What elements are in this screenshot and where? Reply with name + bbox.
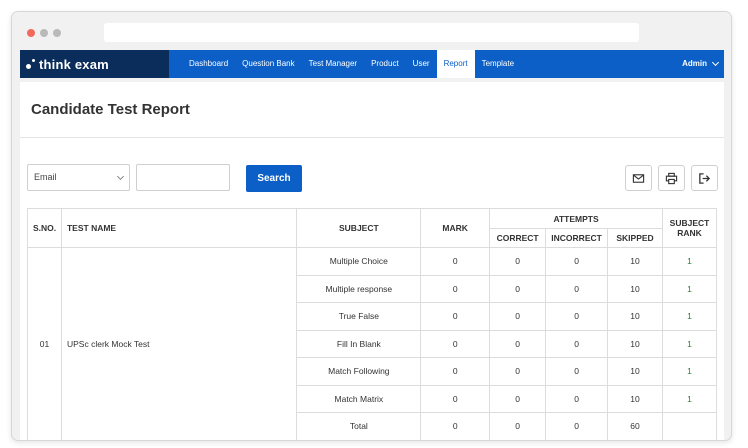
top-navbar: think exam Dashboard Question Bank Test Ma…	[20, 50, 724, 78]
cell-correct: 0	[489, 384, 547, 413]
table-row: 01 UPSc clerk Mock Test Multiple Choice 0 0 0…	[27, 247, 717, 440]
header-rank-line1: SUBJECT	[669, 218, 710, 228]
chevron-down-icon	[711, 58, 720, 67]
cell-skipped: 60	[607, 412, 663, 440]
cell-subject: Multiple Choice	[296, 247, 422, 276]
close-window-dot[interactable]	[27, 29, 35, 37]
nav-item-dashboard[interactable]: Dashboard	[182, 50, 235, 78]
minimize-window-dot[interactable]	[40, 29, 48, 37]
header-subject-rank: SUBJECT RANK	[662, 208, 717, 248]
cell-mark: 0	[420, 357, 491, 386]
header-incorrect: INCORRECT	[545, 228, 609, 248]
nav-item-user[interactable]: User	[406, 50, 437, 78]
cell-subject: Fill In Blank	[296, 329, 422, 358]
header-subject: SUBJECT	[296, 208, 422, 248]
print-report-button[interactable]	[658, 165, 685, 191]
cell-rank: 1	[662, 357, 717, 386]
cell-mark: 0	[420, 329, 491, 358]
nav-item-test-manager[interactable]: Test Manager	[302, 50, 364, 78]
export-report-button[interactable]	[691, 165, 718, 191]
browser-titlebar	[12, 12, 731, 50]
cell-mark: 0	[420, 247, 491, 276]
cell-rank: 1	[662, 384, 717, 413]
sign-out-icon	[699, 172, 711, 184]
cell-incorrect: 0	[545, 384, 609, 413]
mail-icon	[632, 173, 645, 183]
cell-rank	[662, 412, 717, 440]
cell-incorrect: 0	[545, 329, 609, 358]
cell-correct: 0	[489, 329, 547, 358]
main-content: Candidate Test Report Email Search S.NO.	[20, 82, 724, 440]
search-input[interactable]	[136, 164, 230, 191]
cell-mark: 0	[420, 412, 491, 440]
page-title: Candidate Test Report	[31, 101, 190, 118]
cell-incorrect: 0	[545, 357, 609, 386]
chevron-down-icon	[116, 172, 125, 181]
cell-mark: 0	[420, 384, 491, 413]
nav-item-template[interactable]: Template	[475, 50, 521, 78]
header-skipped: SKIPPED	[607, 228, 663, 248]
nav-menu: Dashboard Question Bank Test Manager Produc…	[182, 50, 521, 78]
header-test-name: TEST NAME	[60, 208, 298, 248]
cell-skipped: 10	[607, 247, 663, 276]
cell-rank: 1	[662, 329, 717, 358]
header-rank-line2: RANK	[677, 228, 702, 238]
header-correct: CORRECT	[489, 228, 547, 248]
cell-subject: True False	[296, 302, 422, 331]
cell-rank: 1	[662, 274, 717, 303]
filter-field-select[interactable]: Email	[27, 164, 130, 191]
cell-skipped: 10	[607, 302, 663, 331]
nav-item-question-bank[interactable]: Question Bank	[235, 50, 301, 78]
filter-select-value: Email	[34, 172, 57, 182]
cell-subject: Total	[296, 412, 422, 440]
cell-incorrect: 0	[545, 247, 609, 276]
cell-rank: 1	[662, 247, 717, 276]
report-table-body: 01 UPSc clerk Mock Test Multiple Choice 0 0 0…	[27, 247, 717, 440]
admin-label: Admin	[682, 59, 707, 68]
cell-mark: 0	[420, 274, 491, 303]
cell-sno: 01	[27, 247, 62, 440]
header-attempts: ATTEMPTS	[489, 208, 663, 229]
cell-correct: 0	[489, 412, 547, 440]
cell-mark: 0	[420, 302, 491, 331]
cell-correct: 0	[489, 247, 547, 276]
brand-logo[interactable]: think exam	[20, 50, 169, 78]
cell-test-name: UPSc clerk Mock Test	[60, 247, 298, 440]
cell-skipped: 10	[607, 357, 663, 386]
cell-correct: 0	[489, 274, 547, 303]
header-sno: S.NO.	[27, 208, 62, 248]
candidate-report-table: S.NO. TEST NAME SUBJECT MARK ATTEMPTS SU…	[27, 208, 717, 440]
title-divider	[20, 137, 724, 138]
cell-rank: 1	[662, 302, 717, 331]
address-bar[interactable]	[104, 23, 639, 42]
cell-correct: 0	[489, 302, 547, 331]
nav-item-product[interactable]: Product	[364, 50, 406, 78]
brand-name: think exam	[39, 56, 109, 72]
cell-subject: Multiple response	[296, 274, 422, 303]
cell-correct: 0	[489, 357, 547, 386]
cell-skipped: 10	[607, 329, 663, 358]
cell-subject: Match Following	[296, 357, 422, 386]
search-button[interactable]: Search	[246, 165, 302, 192]
cell-skipped: 10	[607, 274, 663, 303]
cell-incorrect: 0	[545, 302, 609, 331]
nav-item-report[interactable]: Report	[436, 50, 475, 78]
printer-icon	[665, 172, 678, 184]
maximize-window-dot[interactable]	[53, 29, 61, 37]
brand-dots-icon	[26, 59, 35, 69]
email-report-button[interactable]	[625, 165, 652, 191]
cell-subject: Match Matrix	[296, 384, 422, 413]
admin-menu[interactable]: Admin	[682, 50, 724, 78]
cell-skipped: 10	[607, 384, 663, 413]
browser-window: think exam Dashboard Question Bank Test Ma…	[11, 11, 732, 441]
cell-incorrect: 0	[545, 412, 609, 440]
cell-incorrect: 0	[545, 274, 609, 303]
header-mark: MARK	[420, 208, 491, 248]
